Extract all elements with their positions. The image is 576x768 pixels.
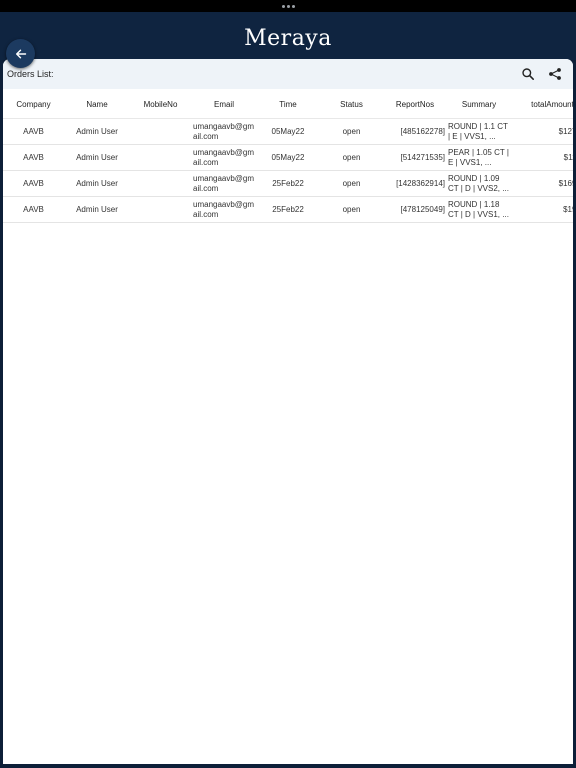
table-row[interactable]: AAVB Admin User umangaavb@gmail.com 25Fe… xyxy=(3,170,573,197)
column-header-name[interactable]: Name xyxy=(64,90,130,119)
cell-status: open xyxy=(319,118,384,145)
cell-email-text: umangaavb@gmail.com xyxy=(193,173,255,193)
cell-time: 25Feb22 xyxy=(257,170,319,197)
cell-mobile xyxy=(130,196,191,223)
search-icon[interactable] xyxy=(521,67,535,81)
cell-time: 25Feb22 xyxy=(257,196,319,223)
cell-amount: $1982.4 xyxy=(512,196,573,223)
cell-time: 05May22 xyxy=(257,144,319,171)
app-header: Meraya AN EXPRESSION OF LOVE xyxy=(0,12,576,64)
cell-name: Admin User xyxy=(64,170,130,197)
page-title: Orders List: xyxy=(7,69,54,79)
cell-summary-text: ROUND | 1.18 CT | D | VVS1, ... xyxy=(448,199,509,219)
share-icon[interactable] xyxy=(548,67,562,81)
status-bar xyxy=(0,0,576,12)
orders-panel: Orders List: Company Name MobileNo Email… xyxy=(3,59,573,764)
cell-summary: ROUND | 1.1 CT | E | VVS1, ... xyxy=(446,118,512,145)
cell-name: Admin User xyxy=(64,118,130,145)
cell-report: [1428362914] xyxy=(384,170,446,197)
cell-status: open xyxy=(319,170,384,197)
cell-company: AAVB xyxy=(3,144,64,171)
column-header-time[interactable]: Time xyxy=(257,90,319,119)
cell-report: [485162278] xyxy=(384,118,446,145)
table-row[interactable]: AAVB Admin User umangaavb@gmail.com 05Ma… xyxy=(3,118,573,145)
cell-amount: $1697.46 xyxy=(512,170,573,197)
cell-summary: ROUND | 1.18 CT | D | VVS1, ... xyxy=(446,196,512,223)
cell-report: [478125049] xyxy=(384,196,446,223)
cell-email: umangaavb@gmail.com xyxy=(191,144,257,171)
column-header-email[interactable]: Email xyxy=(191,90,257,119)
cell-email-text: umangaavb@gmail.com xyxy=(193,199,255,219)
cell-email: umangaavb@gmail.com xyxy=(191,118,257,145)
column-header-company[interactable]: Company xyxy=(3,90,64,119)
orders-toolbar: Orders List: xyxy=(3,59,573,89)
cell-company: AAVB xyxy=(3,170,64,197)
cell-amount: $1184.4 xyxy=(512,144,573,171)
cell-email: umangaavb@gmail.com xyxy=(191,196,257,223)
cell-mobile xyxy=(130,144,191,171)
cell-company: AAVB xyxy=(3,196,64,223)
table-row[interactable]: AAVB Admin User umangaavb@gmail.com 25Fe… xyxy=(3,196,573,223)
column-header-reportnos[interactable]: ReportNos xyxy=(384,90,446,119)
table-row[interactable]: AAVB Admin User umangaavb@gmail.com 05Ma… xyxy=(3,144,573,171)
column-header-mobileno[interactable]: MobileNo xyxy=(130,90,191,119)
arrow-left-icon xyxy=(15,49,26,58)
cell-mobile xyxy=(130,118,191,145)
cell-company: AAVB xyxy=(3,118,64,145)
cell-name: Admin User xyxy=(64,196,130,223)
column-header-summary[interactable]: Summary xyxy=(446,90,512,119)
column-header-totalamount[interactable]: totalAmount xyxy=(512,90,573,119)
cell-email-text: umangaavb@gmail.com xyxy=(193,121,255,141)
table-header-row: Company Name MobileNo Email Time Status … xyxy=(3,90,573,119)
cell-summary-text: PEAR | 1.05 CT | E | VVS1, ... xyxy=(448,147,509,167)
app-logo: Meraya xyxy=(244,26,332,51)
multitasking-dots-icon[interactable] xyxy=(282,5,295,8)
cell-email-text: umangaavb@gmail.com xyxy=(193,147,255,167)
cell-time: 05May22 xyxy=(257,118,319,145)
cell-report: [514271535] xyxy=(384,144,446,171)
back-button[interactable] xyxy=(6,39,35,68)
cell-summary: PEAR | 1.05 CT | E | VVS1, ... xyxy=(446,144,512,171)
cell-status: open xyxy=(319,196,384,223)
cell-summary-text: ROUND | 1.1 CT | E | VVS1, ... xyxy=(448,121,508,141)
cell-summary-text: ROUND | 1.09 CT | D | VVS2, ... xyxy=(448,173,509,193)
cell-mobile xyxy=(130,170,191,197)
cell-name: Admin User xyxy=(64,144,130,171)
cell-summary: ROUND | 1.09 CT | D | VVS2, ... xyxy=(446,170,512,197)
cell-status: open xyxy=(319,144,384,171)
cell-email: umangaavb@gmail.com xyxy=(191,170,257,197)
orders-table: Company Name MobileNo Email Time Status … xyxy=(3,90,573,223)
column-header-status[interactable]: Status xyxy=(319,90,384,119)
cell-amount: $1278.75 xyxy=(512,118,573,145)
